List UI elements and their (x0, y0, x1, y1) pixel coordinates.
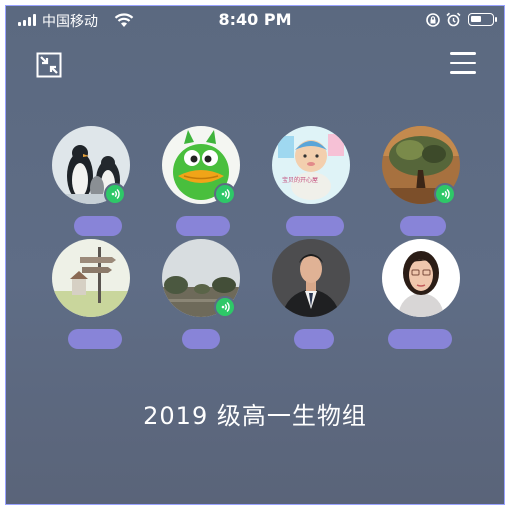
svg-text:宝贝的开心屋: 宝贝的开心屋 (282, 176, 318, 184)
participant-name (68, 329, 122, 349)
participant-name (182, 329, 220, 349)
speaking-indicator-icon (434, 183, 456, 205)
participant-name (74, 216, 122, 236)
participant-name (286, 216, 344, 236)
avatar-signpost-town (52, 239, 130, 317)
group-name: 2019 级高一生物组 (143, 402, 367, 430)
rotation-lock-icon (426, 13, 440, 27)
speaking-indicator-icon (214, 183, 236, 205)
participant-name (400, 216, 446, 236)
participant-name (388, 329, 452, 349)
alarm-icon (446, 12, 461, 27)
battery-icon (468, 13, 497, 26)
avatar-baby-photo: 宝贝的开心屋 (272, 126, 350, 204)
status-bar: 中国移动 8:40 PM (6, 6, 504, 34)
shrink-window-icon[interactable] (36, 52, 62, 78)
voice-call-screen: 中国移动 8:40 PM 宝贝的开心屋 2019 级高一生物组 (5, 5, 505, 505)
participant-name (294, 329, 334, 349)
avatar-woman-with-glasses (382, 239, 460, 317)
speaking-indicator-icon (214, 296, 236, 318)
menu-icon[interactable] (450, 52, 476, 76)
participant-name (176, 216, 230, 236)
avatar-man-in-suit (272, 239, 350, 317)
speaking-indicator-icon (104, 183, 126, 205)
